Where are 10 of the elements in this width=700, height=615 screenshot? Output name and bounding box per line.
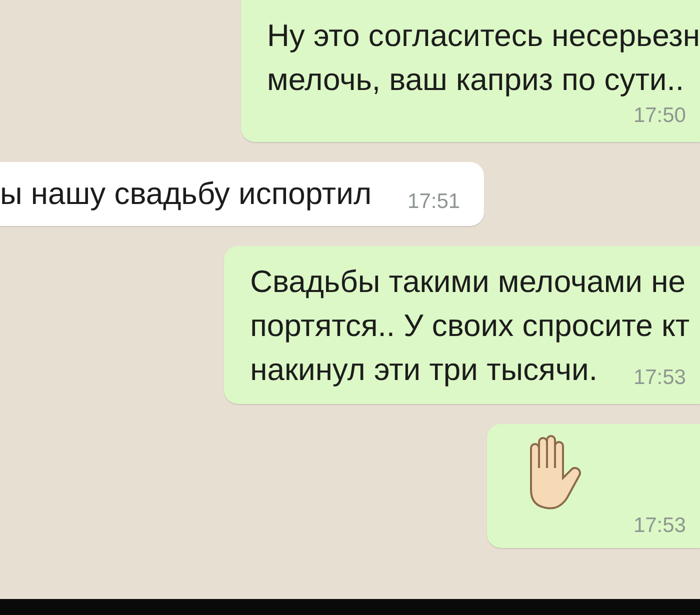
message-text: портятся.. У своих спросите кт xyxy=(250,307,691,345)
message-time: 17:53 xyxy=(633,365,687,391)
message-text: Ну это согласитесь несерьезн xyxy=(267,17,700,55)
message-text: накинул эти три тысячи. xyxy=(250,351,598,389)
message-text: ы нашу свадьбу испортил xyxy=(0,175,372,213)
message-time: 17:51 xyxy=(408,189,460,215)
message-time: 17:53 xyxy=(633,513,687,539)
message-time: 17:50 xyxy=(633,103,687,129)
message-text: мелочь, ваш каприз по сути.. xyxy=(267,61,685,99)
message-text: Свадьбы такими мелочами не xyxy=(250,263,686,301)
